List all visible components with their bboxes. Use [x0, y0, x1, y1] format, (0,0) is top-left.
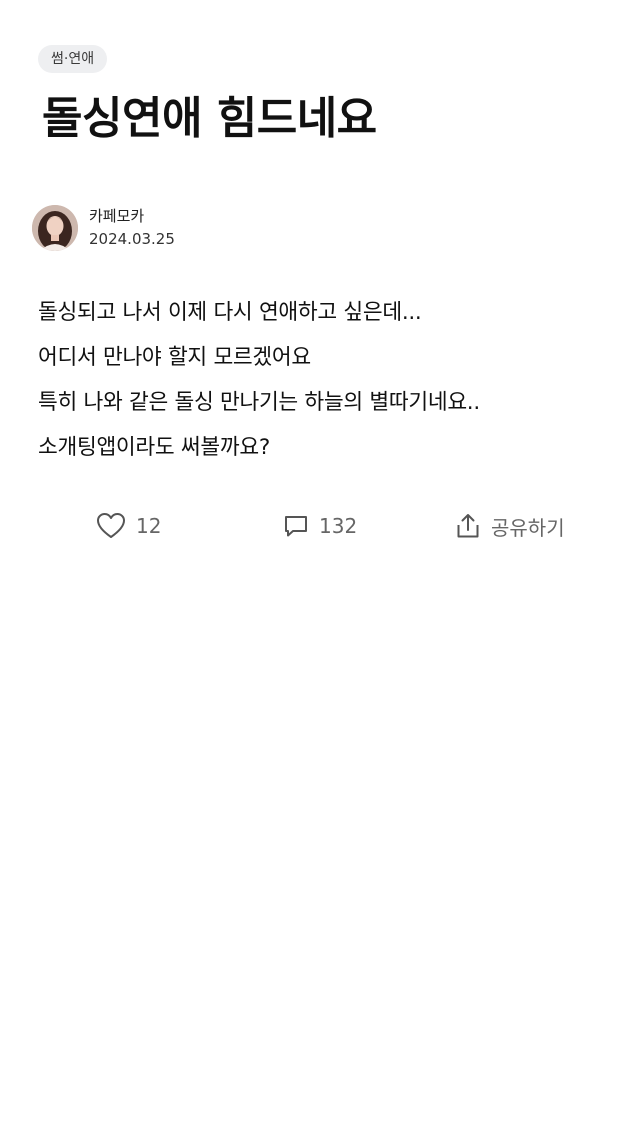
profile-photo-icon	[32, 205, 78, 251]
comment-button[interactable]: 132	[283, 508, 357, 544]
like-count: 12	[136, 514, 162, 538]
share-button[interactable]: 공유하기	[455, 508, 565, 544]
body-line: 소개팅앱이라도 써볼까요?	[38, 435, 270, 460]
heart-icon	[97, 513, 125, 538]
action-bar: 12 132 공유하기	[0, 508, 640, 544]
post-page: 썸·연애 돌싱연애 힘드네요 카페모카 2024.03.25 돌싱되고 나서 이…	[0, 0, 640, 1138]
avatar[interactable]	[32, 205, 78, 251]
share-icon	[457, 514, 479, 538]
post-title: 돌싱연애 힘드네요	[42, 93, 377, 144]
comment-icon	[285, 516, 307, 537]
body-line: 특히 나와 같은 돌싱 만나기는 하늘의 별따기네요..	[38, 390, 480, 415]
like-button[interactable]: 12	[96, 508, 161, 544]
post-date: 2024.03.25	[89, 230, 175, 248]
author-info: 카페모카 2024.03.25	[32, 205, 332, 251]
body-line: 어디서 만나야 할지 모르겠어요	[38, 345, 311, 370]
post-body: 돌싱되고 나서 이제 다시 연애하고 싶은데... 어디서 만나야 할지 모르겠…	[38, 290, 608, 470]
comment-count: 132	[319, 514, 358, 538]
share-label: 공유하기	[491, 515, 565, 540]
author-name[interactable]: 카페모카	[89, 206, 144, 226]
body-line: 돌싱되고 나서 이제 다시 연애하고 싶은데...	[38, 300, 422, 325]
category-chip[interactable]: 썸·연애	[38, 45, 108, 73]
